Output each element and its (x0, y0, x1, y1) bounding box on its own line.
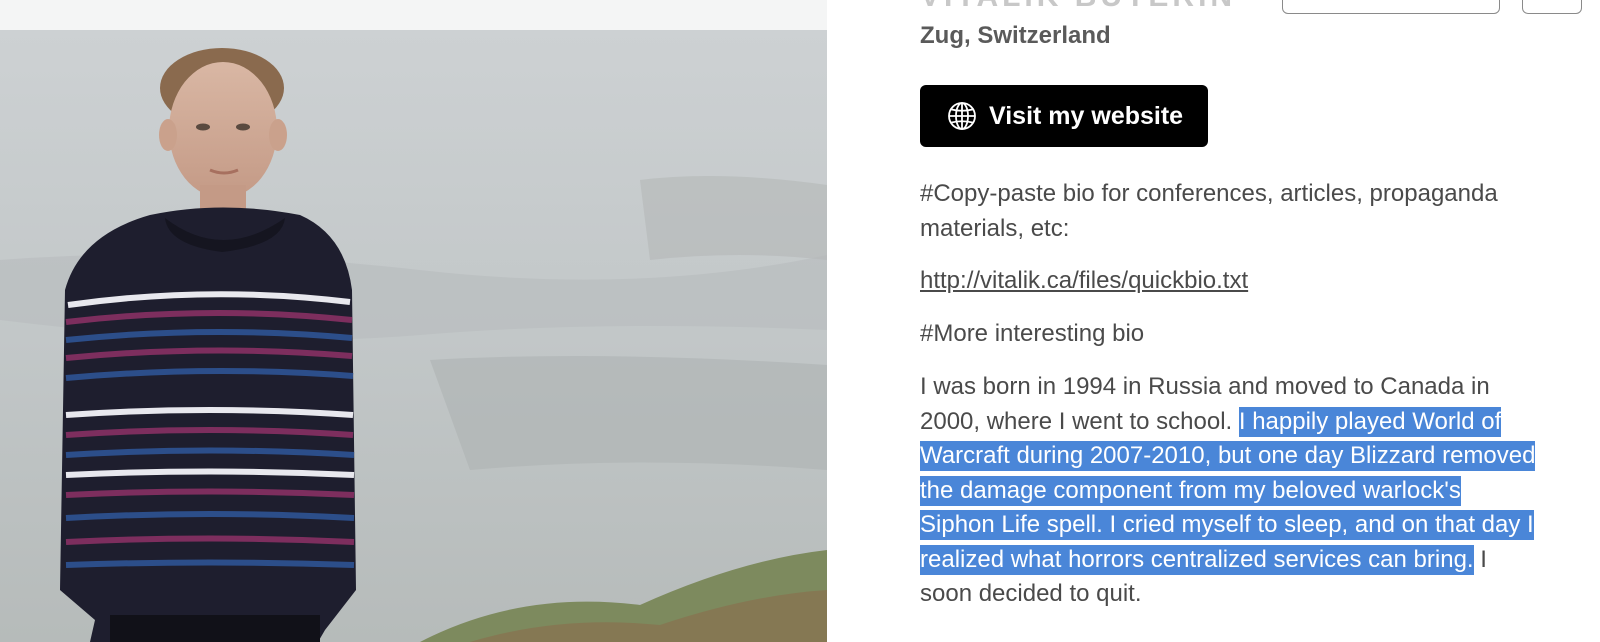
bio-link-paragraph: http://vitalik.ca/files/quickbio.txt (920, 264, 1540, 299)
quickbio-link[interactable]: http://vitalik.ca/files/quickbio.txt (920, 267, 1248, 294)
profile-panel: VITALIK BUTERIN Zug, Switzerland Visit m… (920, 0, 1600, 642)
profile-name: VITALIK BUTERIN (920, 0, 1236, 14)
bio-paragraph: I was born in 1994 in Russia and moved t… (920, 370, 1540, 612)
bio-interesting-heading: #More interesting bio (920, 320, 1145, 347)
globe-icon (947, 101, 977, 131)
header-action-button[interactable] (1282, 0, 1500, 14)
profile-location: Zug, Switzerland (920, 22, 1111, 49)
visit-website-label: Visit my website (989, 101, 1184, 130)
visit-website-button[interactable]: Visit my website (920, 85, 1208, 147)
bio-copy-paste-heading: #Copy-paste bio for conferences, article… (920, 180, 1498, 242)
profile-photo (0, 30, 827, 642)
header-more-button[interactable] (1522, 0, 1582, 14)
photo-top-strip (0, 0, 827, 30)
